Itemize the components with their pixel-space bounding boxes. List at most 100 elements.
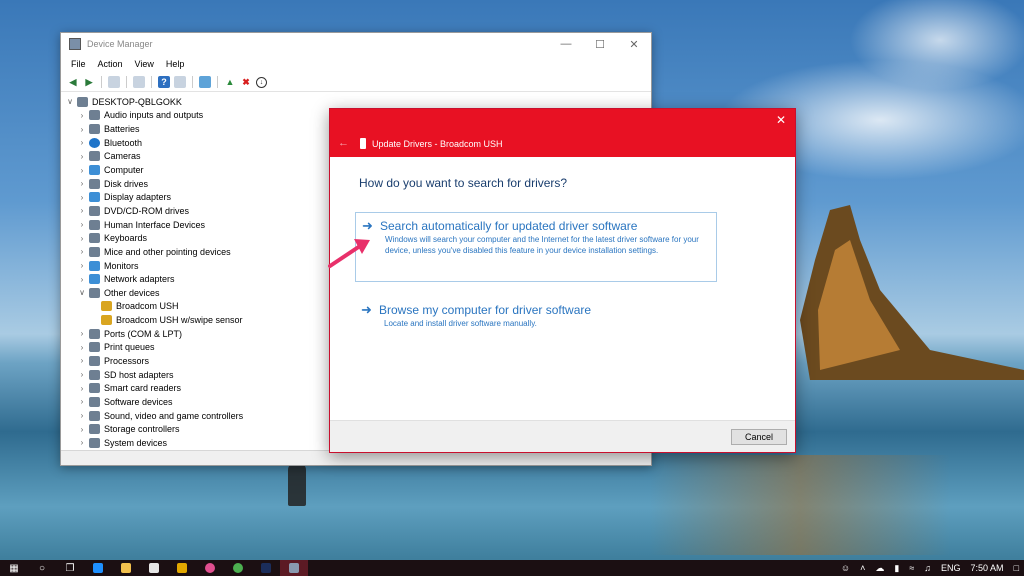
- chevron-right-icon[interactable]: ›: [77, 438, 87, 447]
- update-drivers-dialog: ✕ ← Update Drivers - Broadcom USH How do…: [329, 108, 796, 453]
- properties-icon[interactable]: [133, 76, 145, 88]
- download-icon[interactable]: ↓: [256, 76, 267, 88]
- chevron-down-icon[interactable]: ∨: [65, 97, 75, 106]
- chevron-right-icon[interactable]: ›: [77, 166, 87, 175]
- device-tree-label: Sound, video and game controllers: [104, 410, 244, 421]
- monitor-icon: [89, 260, 100, 271]
- help-icon[interactable]: ?: [158, 76, 170, 88]
- back-arrow-icon[interactable]: ←: [338, 137, 349, 149]
- edge-browser-icon[interactable]: [84, 560, 112, 576]
- chevron-right-icon[interactable]: ›: [77, 397, 87, 406]
- app-icon-pink[interactable]: [196, 560, 224, 576]
- chevron-right-icon[interactable]: ›: [77, 193, 87, 202]
- toolbar: ◀ ▶ ? ▲ ✖ ↓: [61, 73, 651, 92]
- menu-help[interactable]: Help: [160, 59, 191, 69]
- chevron-right-icon[interactable]: ›: [77, 275, 87, 284]
- view-icon[interactable]: [174, 76, 186, 88]
- close-icon[interactable]: ✕: [617, 38, 651, 51]
- chevron-right-icon[interactable]: ›: [77, 343, 87, 352]
- device-tree-label: DESKTOP-QBLGOKK: [92, 96, 182, 107]
- device-tree-label: Cameras: [104, 151, 141, 162]
- device-manager-taskbar-icon[interactable]: [280, 560, 308, 576]
- device-tree-label: Bluetooth: [104, 137, 143, 148]
- search-automatically-description: Windows will search your computer and th…: [385, 235, 699, 255]
- menu-view[interactable]: View: [129, 59, 160, 69]
- toolbar-divider: [126, 76, 127, 88]
- device-tree-label: Processors: [104, 355, 150, 366]
- cloud-icon[interactable]: ☁: [870, 563, 889, 574]
- device-tree-label: Monitors: [104, 260, 139, 271]
- browse-computer-option[interactable]: ➜ Browse my computer for driver software…: [355, 297, 715, 329]
- language-indicator[interactable]: ENG: [936, 563, 966, 573]
- browse-computer-title: Browse my computer for driver software: [379, 303, 592, 317]
- chevron-right-icon[interactable]: ›: [77, 356, 87, 365]
- keyboard-icon: [89, 233, 100, 244]
- store-icon[interactable]: [140, 560, 168, 576]
- chevron-right-icon[interactable]: ›: [77, 370, 87, 379]
- dialog-footer: Cancel: [330, 420, 795, 452]
- forward-arrow-icon[interactable]: ▶: [83, 76, 95, 88]
- toolbar-divider: [192, 76, 193, 88]
- dialog-title-text: Update Drivers - Broadcom USH: [372, 138, 503, 149]
- chevron-right-icon[interactable]: ›: [77, 234, 87, 243]
- chevron-right-icon[interactable]: ›: [77, 425, 87, 434]
- show-hidden-icons-chevron-icon[interactable]: ˄: [855, 563, 870, 573]
- computer-icon: [77, 96, 88, 107]
- search-automatically-option[interactable]: ➜ Search automatically for updated drive…: [355, 212, 717, 282]
- device-tree-label: Storage controllers: [104, 424, 180, 435]
- action-center-icon[interactable]: □: [1009, 563, 1024, 573]
- chevron-right-icon[interactable]: ›: [77, 411, 87, 420]
- device-manager-titlebar[interactable]: Device Manager — ☐ ✕: [61, 33, 651, 55]
- chevron-right-icon[interactable]: ›: [77, 384, 87, 393]
- chevron-right-icon[interactable]: ›: [77, 329, 87, 338]
- show-hide-console-tree-icon[interactable]: [108, 76, 120, 88]
- system-icon: [89, 437, 100, 448]
- app-icon-yellow[interactable]: [168, 560, 196, 576]
- windows-start-icon[interactable]: ▦: [0, 560, 28, 576]
- clock[interactable]: 7:50 AM: [966, 563, 1009, 573]
- dialog-close-icon[interactable]: ✕: [773, 113, 789, 127]
- monitor-icon: [89, 165, 100, 176]
- device-tree-label: Disk drives: [104, 178, 149, 189]
- battery-icon: [89, 124, 100, 135]
- chevron-down-icon[interactable]: ∨: [77, 288, 87, 297]
- file-explorer-icon[interactable]: [112, 560, 140, 576]
- people-icon[interactable]: ☺: [836, 563, 855, 573]
- menu-action[interactable]: Action: [92, 59, 129, 69]
- device-tree-item[interactable]: ∨ DESKTOP-QBLGOKK: [61, 95, 651, 109]
- battery-tray-icon[interactable]: ▮: [889, 563, 904, 574]
- mouse-icon: [89, 246, 100, 257]
- device-tree-label: Batteries: [104, 124, 140, 135]
- search-question: How do you want to search for drivers?: [359, 176, 568, 190]
- device-tree-label: Computer: [104, 165, 144, 176]
- photoshop-icon[interactable]: [252, 560, 280, 576]
- chevron-right-icon[interactable]: ›: [77, 138, 87, 147]
- speaker-icon: [89, 110, 100, 121]
- minimize-icon[interactable]: —: [549, 38, 583, 50]
- task-view-icon[interactable]: ❐: [56, 560, 84, 576]
- back-arrow-icon[interactable]: ◀: [67, 76, 79, 88]
- wifi-icon[interactable]: ≈: [904, 563, 919, 573]
- chevron-right-icon[interactable]: ›: [77, 247, 87, 256]
- maximize-icon[interactable]: ☐: [583, 38, 617, 51]
- volume-icon[interactable]: ♫: [919, 563, 936, 573]
- search-cortana-icon[interactable]: ○: [28, 560, 56, 576]
- uninstall-icon[interactable]: ✖: [240, 76, 252, 88]
- device-tree-label: Mice and other pointing devices: [104, 246, 231, 257]
- menu-file[interactable]: File: [65, 59, 92, 69]
- chrome-icon[interactable]: [224, 560, 252, 576]
- device-tree-label: Broadcom USH: [116, 301, 179, 312]
- scan-hardware-icon[interactable]: [199, 76, 211, 88]
- display-icon: [89, 192, 100, 203]
- camera-icon: [89, 151, 100, 162]
- update-driver-icon[interactable]: ▲: [224, 76, 236, 88]
- chevron-right-icon[interactable]: ›: [77, 220, 87, 229]
- chevron-right-icon[interactable]: ›: [77, 125, 87, 134]
- chevron-right-icon[interactable]: ›: [77, 206, 87, 215]
- chevron-right-icon[interactable]: ›: [77, 179, 87, 188]
- port-icon: [89, 328, 100, 339]
- chevron-right-icon[interactable]: ›: [77, 111, 87, 120]
- chevron-right-icon[interactable]: ›: [77, 261, 87, 270]
- cancel-button[interactable]: Cancel: [731, 429, 787, 445]
- chevron-right-icon[interactable]: ›: [77, 152, 87, 161]
